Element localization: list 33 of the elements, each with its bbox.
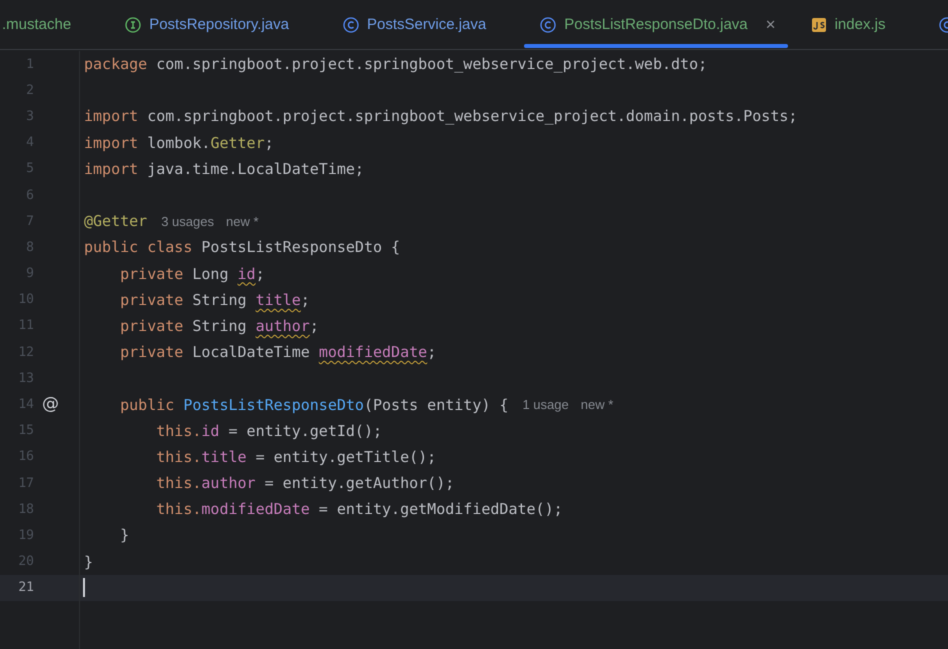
gutter-marker[interactable]: @ <box>42 396 59 414</box>
inlay-hint: 1 usage <box>522 397 569 412</box>
editor-tab[interactable]: PostsRepository.java <box>125 0 289 49</box>
code-line: import java.time.LocalDateTime; <box>84 160 364 178</box>
editor-tab[interactable]: PostsService.java <box>343 0 486 49</box>
code-line: package com.springboot.project.springboot_webservice_project.web.dto; <box>84 55 708 74</box>
code-line: this.title = entity.getTitle(); <box>155 448 436 466</box>
code-line: } <box>119 526 130 544</box>
close-tab-button[interactable]: × <box>766 14 776 34</box>
code-line: } <box>84 552 94 571</box>
code-line: private Long id; <box>119 264 265 283</box>
inlay-hint: new * <box>226 214 259 229</box>
class-icon <box>540 16 556 32</box>
inlay-hint: 3 usages <box>161 214 214 229</box>
code-line: this.id = entity.getId(); <box>155 422 382 440</box>
code-line: private String title; <box>119 290 310 309</box>
editor-tab[interactable]: index.js <box>810 0 886 49</box>
text-cursor <box>83 578 85 598</box>
code-line: public PostsListResponseDto(Posts entity) { <box>119 396 508 414</box>
code-line: private LocalDateTime modifiedDate; <box>119 343 436 362</box>
interface-icon <box>125 16 142 32</box>
inlay-hint: new * <box>580 397 614 412</box>
code-line: import lombok.Getter; <box>84 134 274 152</box>
editor-tab[interactable]: .mustache <box>2 0 72 49</box>
js-file-icon <box>810 16 827 32</box>
class-icon <box>343 16 359 32</box>
code-line: private String author; <box>119 316 319 335</box>
code-line: @Getter <box>84 212 148 230</box>
code-line: this.author = entity.getAuthor(); <box>155 474 454 492</box>
code-line: import com.springboot.project.springboot_webservice_project.domain.posts.Posts; <box>84 107 798 126</box>
code-line: public class PostsListResponseDto { <box>84 238 400 256</box>
code-line: this.modifiedDate = entity.getModifiedDate(); <box>155 500 563 518</box>
line-number: 21 <box>17 580 34 596</box>
